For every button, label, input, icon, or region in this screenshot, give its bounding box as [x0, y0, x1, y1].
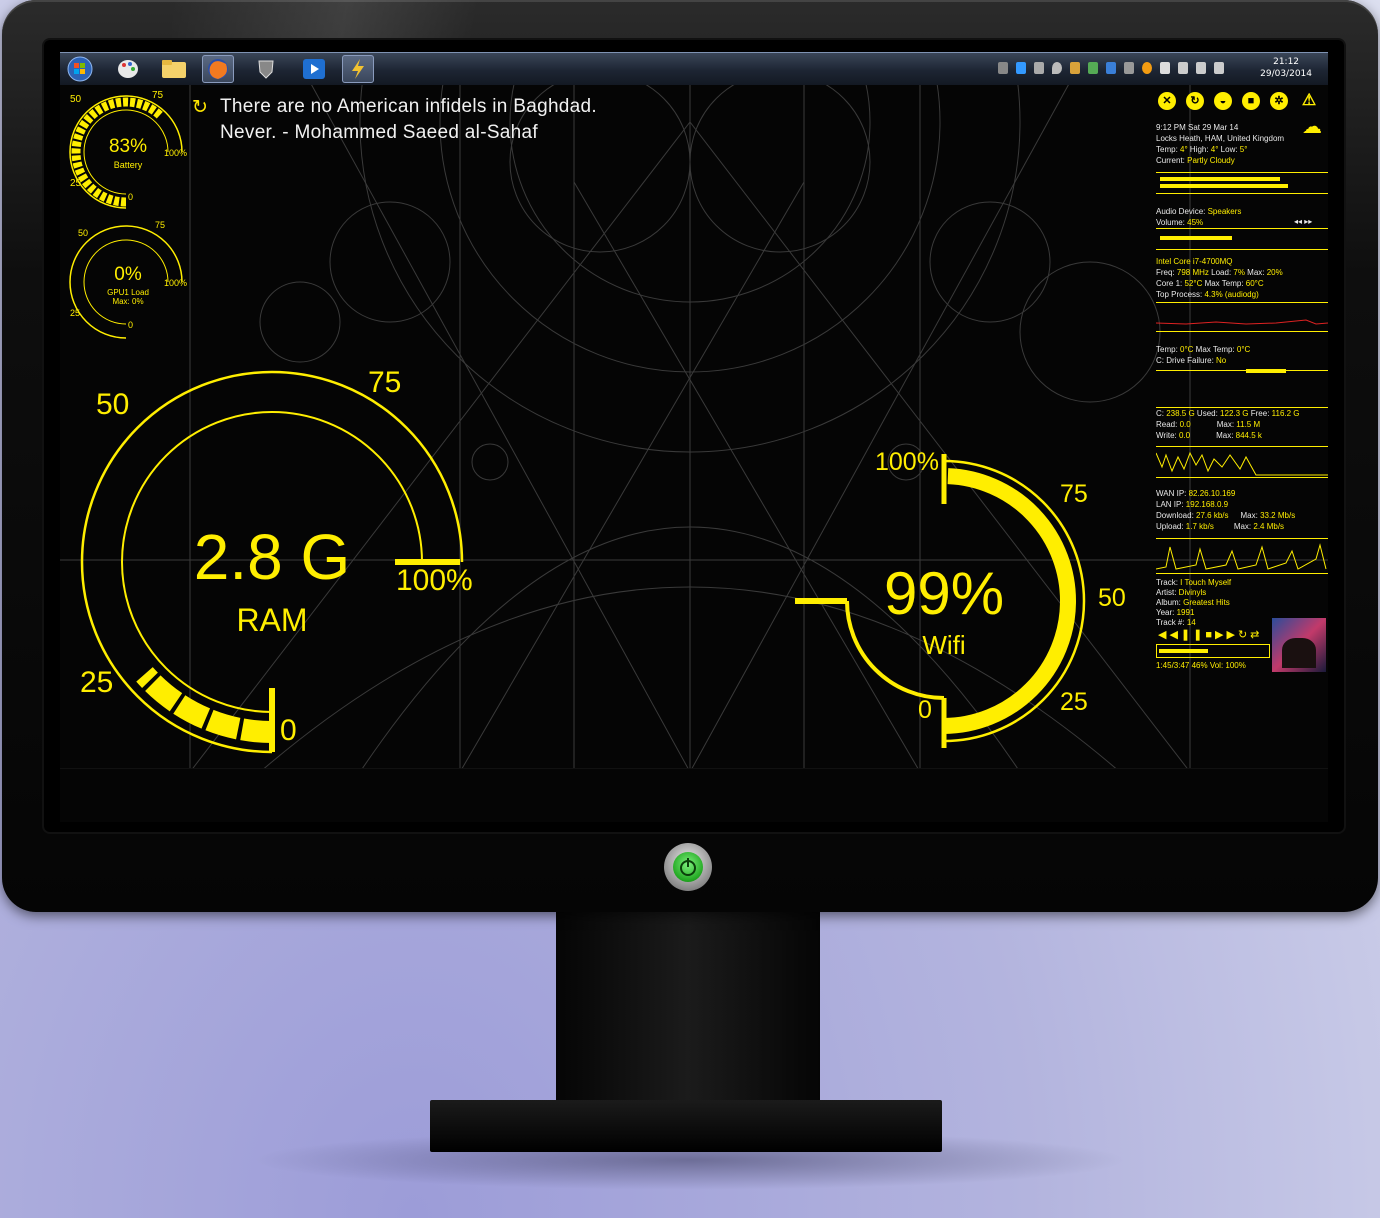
cpu-top-process: Top Process: 4.3% (audiodg) [1156, 290, 1259, 299]
music-progress-bar[interactable] [1156, 644, 1270, 658]
music-year: Year: 1991 [1156, 608, 1195, 617]
drive-temp-section: Temp: 0°C Max Temp: 0°C C: Drive Failure… [1156, 344, 1326, 366]
battery-caption: Battery [113, 160, 143, 170]
weather-datetime: 9:12 PM Sat 29 Mar 14 [1156, 123, 1239, 132]
disk-section: C: 238.5 G Used: 122.3 G Free: 116.2 G R… [1156, 408, 1326, 441]
music-controls: ◀◀❚❚■▶▶↻⇄ [1158, 630, 1262, 641]
gpu-caption-load: GPU1 Load [107, 288, 149, 297]
battery-tick-0: 0 [128, 192, 134, 202]
rewind-icon[interactable]: ◀◀ [1158, 629, 1181, 641]
album-art-image [1272, 618, 1326, 672]
wifi-tick-100: 100% [875, 448, 939, 476]
gpu-tick-0: 0 [128, 320, 134, 330]
weather-bar [1156, 172, 1328, 194]
ram-tick-75: 75 [368, 366, 402, 399]
ram-value: 2.8 G [193, 521, 351, 593]
monitor-frame: 21:12 29/03/2014 ↻ There are no American… [2, 0, 1378, 912]
ram-tick-50: 50 [96, 388, 130, 421]
drive-temp-fill [1246, 369, 1286, 373]
music-album: Album: Greatest Hits [1156, 598, 1230, 607]
weather-bar-fill-1 [1160, 177, 1280, 181]
cpu-core-temp: Core 1: 52°C Max Temp: 60°C [1156, 279, 1264, 288]
gpu-tick-50: 50 [78, 228, 89, 238]
shuffle-icon[interactable]: ⇄ [1250, 629, 1262, 641]
repeat-icon[interactable]: ↻ [1238, 629, 1250, 641]
network-upload: Upload: 1.7 kb/s Max: 2.4 Mb/s [1156, 522, 1285, 531]
battery-tick-50: 50 [70, 94, 82, 105]
system-info-panel: ✕ ↻ ◒ ■ ✲ ⚠ 9:12 PM Sat 29 Mar 14 Locks … [1154, 88, 1328, 678]
power-icon [673, 852, 703, 882]
network-wan: WAN IP: 82.26.10.169 [1156, 489, 1236, 498]
music-track: Track: I Touch Myself [1156, 578, 1232, 587]
unlock-icon[interactable]: ◒ [1214, 92, 1232, 110]
monitor-stand-base [430, 1100, 942, 1152]
battery-value: 83% [108, 136, 148, 157]
lock-icon[interactable]: ■ [1242, 92, 1260, 110]
audio-prev-next-icon[interactable]: ◂◂ ▸▸ [1294, 216, 1312, 227]
gpu-caption-max: Max: 0% [112, 297, 144, 306]
drive-temp-bar [1156, 369, 1328, 408]
battery-tick-75: 75 [152, 90, 164, 101]
wifi-tick-50: 50 [1098, 584, 1126, 612]
gpu-tick-25: 25 [70, 308, 81, 318]
album-art-figure [1282, 638, 1316, 668]
refresh-icon[interactable]: ↻ [1186, 92, 1204, 110]
network-graph [1155, 538, 1328, 574]
disk-io-line [1155, 451, 1328, 476]
gauges-layer [69, 95, 1086, 754]
audio-volume-bar[interactable] [1156, 228, 1328, 250]
cpu-freq-load: Freq: 798 MHz Load: 7% Max: 20% [1156, 268, 1283, 277]
disk-usage: C: 238.5 G Used: 122.3 G Free: 116.2 G [1156, 409, 1300, 418]
music-progress-fill [1159, 649, 1208, 653]
cloud-storm-icon: ☁ [1302, 116, 1322, 138]
network-section: WAN IP: 82.26.10.169 LAN IP: 192.168.0.9… [1156, 488, 1326, 532]
weather-current: Current: Partly Cloudy [1156, 156, 1235, 165]
network-download: Download: 27.6 kb/s Max: 33.2 Mb/s [1156, 511, 1296, 520]
cpu-name: Intel Core i7-4700MQ [1156, 257, 1233, 266]
monitor-stand-neck [556, 912, 820, 1102]
settings-gear-icon[interactable]: ✲ [1270, 92, 1288, 110]
power-button[interactable] [664, 843, 712, 891]
close-skin-icon[interactable]: ✕ [1158, 92, 1176, 110]
disk-read: Read: 0.0 Max: 11.5 M [1156, 420, 1261, 429]
disk-write: Write: 0.0 Max: 844.5 k [1156, 431, 1262, 440]
ram-gauge-fill [136, 666, 273, 743]
ram-tick-0: 0 [280, 714, 297, 747]
gpu-tick-75: 75 [155, 220, 166, 230]
music-status: 1:45/3:47 46% Vol: 100% [1156, 661, 1246, 670]
weather-section: 9:12 PM Sat 29 Mar 14 Locks Heath, HAM, … [1156, 122, 1326, 166]
battery-tick-25: 25 [70, 178, 82, 189]
wifi-caption: Wifi [922, 630, 966, 660]
disk-io-graph [1155, 446, 1328, 478]
wifi-value: 99% [883, 560, 1005, 627]
wifi-tick-0: 0 [918, 696, 932, 724]
wifi-tick-25: 25 [1060, 688, 1088, 716]
fast-forward-icon[interactable]: ▶▶ [1215, 629, 1238, 641]
gpu-value: 0% [114, 264, 142, 285]
network-traffic-line [1155, 543, 1327, 570]
cpu-section: Intel Core i7-4700MQ Freq: 798 MHz Load:… [1156, 256, 1326, 300]
weather-bar-fill-2 [1160, 184, 1288, 188]
drive-failure: C: Drive Failure: No [1156, 356, 1227, 365]
battery-tick-100: 100% [164, 148, 188, 158]
warning-icon[interactable]: ⚠ [1300, 92, 1318, 110]
ram-caption: RAM [236, 602, 308, 638]
desktop-screen: 21:12 29/03/2014 ↻ There are no American… [60, 52, 1328, 822]
gpu-caption: GPU1 Load Max: 0% [96, 288, 160, 306]
cpu-load-line [1155, 319, 1328, 325]
stop-icon[interactable]: ■ [1205, 629, 1215, 641]
wifi-tick-75: 75 [1060, 480, 1088, 508]
music-artist: Artist: Divinyls [1156, 588, 1207, 597]
weather-location: Locks Heath, HAM, United Kingdom [1156, 134, 1285, 143]
gpu-tick-100: 100% [164, 278, 188, 288]
pause-icon[interactable]: ❚❚ [1181, 629, 1205, 641]
ram-tick-25: 25 [80, 666, 114, 699]
drive-temp: Temp: 0°C Max Temp: 0°C [1156, 345, 1251, 354]
network-lan: LAN IP: 192.168.0.9 [1156, 500, 1229, 509]
ram-tick-100: 100% [396, 564, 473, 597]
cpu-graph [1155, 302, 1328, 332]
audio-volume-fill [1160, 236, 1232, 240]
weather-temps: Temp: 4° High: 4° Low: 5° [1156, 145, 1248, 154]
